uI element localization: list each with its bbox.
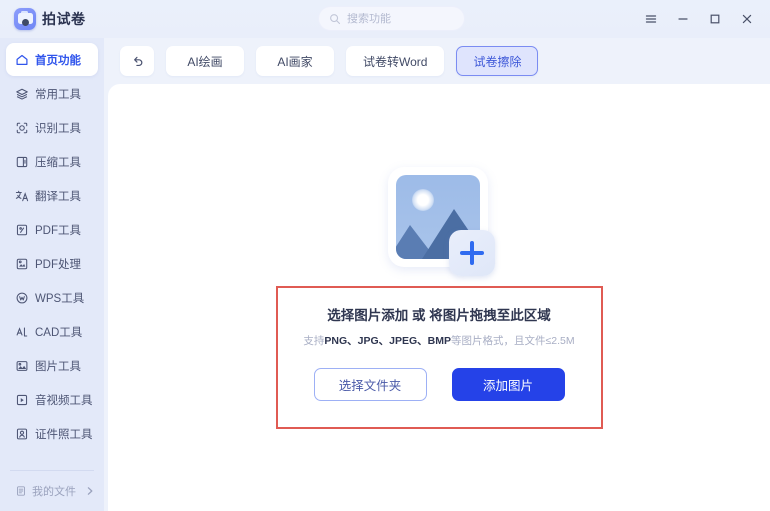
home-icon — [16, 54, 28, 65]
hint-formats: PNG、JPG、JPEG、BMP — [324, 335, 451, 347]
wps-circle-icon — [16, 292, 28, 303]
id-photo-icon — [16, 428, 28, 439]
sidebar-item-image-tools[interactable]: 图片工具 — [6, 349, 98, 382]
sidebar-item-label: 证件照工具 — [35, 428, 93, 441]
image-icon — [16, 360, 28, 371]
back-button[interactable] — [120, 46, 154, 76]
minimize-button[interactable] — [668, 4, 698, 34]
sidebar-item-label: WPS工具 — [35, 292, 85, 305]
sidebar-item-pdf-process[interactable]: PDF处理 — [6, 247, 98, 280]
content-panel: 选择图片添加 或 将图片拖拽至此区域 支持PNG、JPG、JPEG、BMP等图片… — [108, 84, 770, 511]
sidebar-item-recognize-tools[interactable]: 识别工具 — [6, 111, 98, 144]
sidebar-item-common-tools[interactable]: 常用工具 — [6, 77, 98, 110]
compress-icon — [16, 156, 28, 167]
pdf-process-icon — [16, 258, 28, 269]
search-box[interactable] — [318, 6, 465, 31]
hamburger-menu-icon — [645, 15, 657, 23]
sidebar-item-label: 识别工具 — [35, 122, 81, 135]
chevron-right-icon — [87, 487, 93, 495]
tab-paper-erase[interactable]: 试卷擦除 — [456, 46, 539, 76]
undo-arrow-icon — [133, 56, 142, 66]
choose-folder-button[interactable]: 选择文件夹 — [313, 368, 427, 401]
menu-button[interactable] — [636, 4, 666, 34]
sidebar-item-label: 图片工具 — [35, 360, 81, 373]
pdf-file-icon — [16, 224, 28, 235]
hint-suffix: 等图片格式，且文件≤2.5M — [451, 335, 575, 347]
sidebar-item-compress-tools[interactable]: 压缩工具 — [6, 145, 98, 178]
minimize-icon — [678, 18, 688, 20]
dropzone-actions: 选择文件夹 添加图片 — [313, 368, 565, 401]
hint-prefix: 支持 — [303, 335, 325, 347]
image-placeholder-add-icon — [383, 164, 495, 276]
sidebar-item-wps-tools[interactable]: WPS工具 — [6, 281, 98, 314]
tab-paper-to-word[interactable]: 试卷转Word — [346, 46, 445, 76]
sidebar-item-pdf-tools[interactable]: PDF工具 — [6, 213, 98, 246]
sidebar-item-label: 常用工具 — [35, 88, 81, 101]
search-icon — [330, 13, 341, 24]
sidebar-item-home[interactable]: 首页功能 — [6, 43, 98, 76]
sidebar: 首页功能 常用工具 识别工具 压缩工具 翻译工具 PDF工具 PDF处理 WPS… — [0, 38, 104, 511]
translate-icon — [15, 190, 29, 201]
close-button[interactable] — [732, 4, 762, 34]
app-title: 拍试卷 — [42, 11, 86, 27]
tab-ai-painter[interactable]: AI画家 — [256, 46, 334, 76]
upload-area[interactable]: 选择图片添加 或 将图片拖拽至此区域 支持PNG、JPG、JPEG、BMP等图片… — [108, 164, 770, 429]
brand: 拍试卷 — [0, 8, 104, 30]
media-play-icon — [16, 394, 28, 405]
search-input[interactable] — [347, 12, 454, 25]
add-image-button[interactable]: 添加图片 — [451, 368, 565, 401]
sidebar-item-label: 翻译工具 — [35, 190, 81, 203]
sidebar-item-label: PDF处理 — [35, 258, 81, 271]
sidebar-item-label: PDF工具 — [35, 224, 81, 237]
app-logo-icon — [14, 8, 36, 30]
title-bar: 拍试卷 — [0, 0, 770, 38]
my-files-label: 我的文件 — [32, 486, 76, 498]
tab-toolbar: AI绘画 AI画家 试卷转Word 试卷擦除 — [104, 38, 770, 84]
app-window: 拍试卷 搜索功能 首页功能 常用工具 识别工具 压缩工具 翻译工具 PDF工具 … — [0, 0, 770, 511]
app-body: 首页功能 常用工具 识别工具 压缩工具 翻译工具 PDF工具 PDF处理 WPS… — [0, 38, 770, 511]
sidebar-item-label: 音视频工具 — [35, 394, 93, 407]
sidebar-item-label: 压缩工具 — [35, 156, 81, 169]
sidebar-item-my-files[interactable]: 我的文件 — [0, 471, 104, 511]
maximize-button[interactable] — [700, 4, 730, 34]
window-controls — [636, 0, 762, 38]
scan-target-icon — [16, 122, 28, 133]
sidebar-item-media-tools[interactable]: 音视频工具 — [6, 383, 98, 416]
sidebar-item-id-photo-tools[interactable]: 证件照工具 — [6, 417, 98, 450]
sidebar-item-label: CAD工具 — [35, 326, 83, 339]
sidebar-item-label: 首页功能 — [35, 54, 81, 67]
tab-ai-drawing[interactable]: AI绘画 — [166, 46, 244, 76]
dropzone-highlight[interactable]: 选择图片添加 或 将图片拖拽至此区域 支持PNG、JPG、JPEG、BMP等图片… — [275, 286, 603, 429]
main-area: AI绘画 AI画家 试卷转Word 试卷擦除 选择图片添加 或 将图片拖拽至此区… — [104, 38, 770, 511]
sidebar-item-cad-tools[interactable]: CAD工具 — [6, 315, 98, 348]
dropzone-title: 选择图片添加 或 将图片拖拽至此区域 — [327, 308, 551, 323]
sidebar-item-translate-tools[interactable]: 翻译工具 — [6, 179, 98, 212]
plus-badge-icon — [449, 230, 495, 276]
cad-ruler-icon — [16, 326, 28, 337]
file-doc-icon — [17, 486, 25, 496]
close-x-icon — [742, 14, 752, 24]
layers-icon — [16, 88, 28, 100]
dropzone-hint: 支持PNG、JPG、JPEG、BMP等图片格式，且文件≤2.5M — [303, 333, 574, 348]
search-container[interactable] — [318, 6, 465, 31]
maximize-square-icon — [710, 14, 720, 24]
sidebar-nav: 首页功能 常用工具 识别工具 压缩工具 翻译工具 PDF工具 PDF处理 WPS… — [0, 43, 104, 466]
